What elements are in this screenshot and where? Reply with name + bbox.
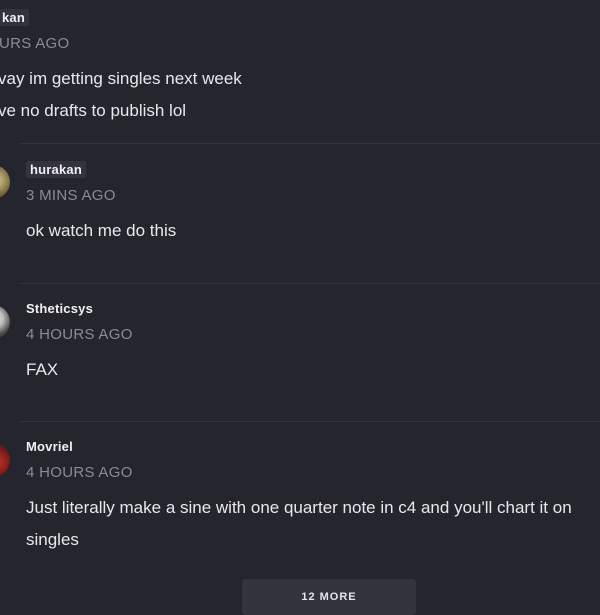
user-avatar[interactable] (0, 443, 10, 477)
comment-username[interactable]: hurakan (26, 161, 86, 178)
comment-divider (20, 421, 600, 422)
comment-timestamp: 3 MINS AGO (26, 187, 116, 204)
comment-text-line: Just literally make a sine with one quar… (26, 498, 572, 517)
comment-username[interactable]: Movriel (26, 439, 73, 454)
comment-username[interactable]: Stheticsys (26, 301, 93, 316)
comment-text-line: FAX (26, 360, 59, 379)
comment-divider (20, 283, 600, 284)
comment-timestamp: 4 HOURS AGO (26, 464, 133, 481)
user-avatar[interactable] (0, 165, 10, 199)
show-more-button[interactable]: 12 MORE (242, 579, 416, 615)
comment-feed: kan URS AGO vay im getting singles next … (0, 0, 600, 615)
comment-timestamp: URS AGO (0, 35, 70, 52)
comment-text-line: ok watch me do this (26, 221, 177, 240)
comment-text-line: ve no drafts to publish lol (0, 101, 187, 120)
comment-timestamp: 4 HOURS AGO (26, 326, 133, 343)
comment-divider (20, 143, 600, 144)
user-avatar[interactable] (0, 305, 10, 339)
comment-text-line: singles (26, 530, 79, 549)
comment-username[interactable]: kan (0, 9, 30, 26)
comment-text-line: vay im getting singles next week (0, 69, 242, 88)
